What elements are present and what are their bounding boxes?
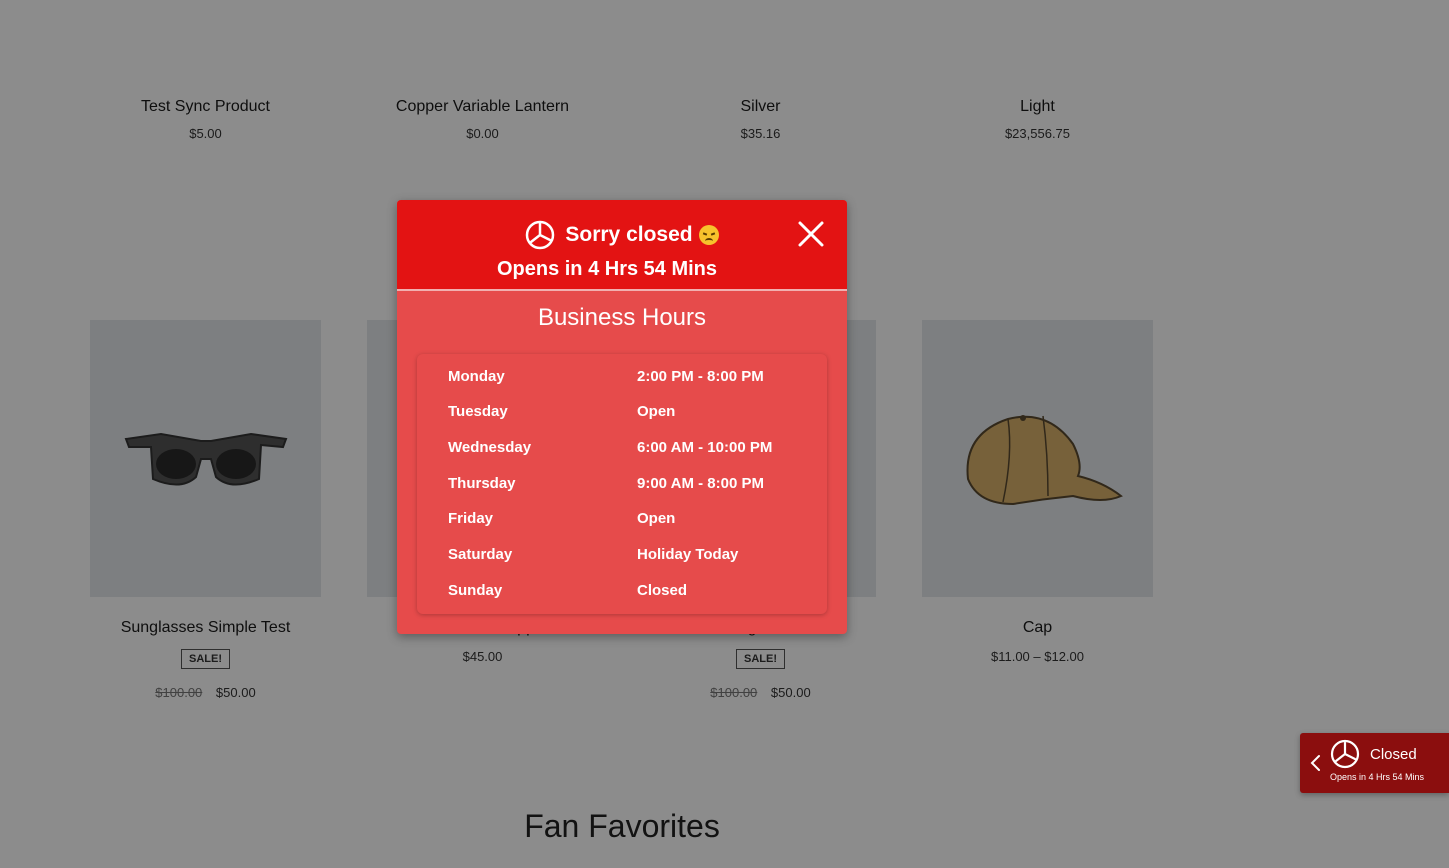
- shop-page: Test Sync Product $5.00 Copper Variable …: [0, 0, 1449, 868]
- close-icon[interactable]: [797, 220, 825, 248]
- business-hours-title: Business Hours: [537, 304, 707, 331]
- hours-day: Thursday: [448, 475, 516, 492]
- store-status-text: Closed: [1370, 746, 1417, 763]
- hours-time: 2:00 PM - 8:00 PM: [637, 368, 764, 385]
- hours-row: Saturday Holiday Today: [448, 546, 808, 570]
- hours-time: 6:00 AM - 10:00 PM: [637, 439, 773, 456]
- hours-time: Closed: [637, 582, 688, 599]
- hours-time: Holiday Today: [637, 546, 739, 563]
- hours-day: Tuesday: [448, 403, 508, 420]
- hours-day: Saturday: [448, 546, 513, 563]
- hours-row: Thursday 9:00 AM - 8:00 PM: [448, 475, 808, 499]
- closed-modal: Sorry closed Opens in 4 Hrs 54 Mins Busi…: [397, 200, 847, 634]
- hours-row: Monday 2:00 PM - 8:00 PM: [448, 368, 808, 392]
- hours-row: Sunday Closed: [448, 582, 808, 606]
- hours-day: Monday: [448, 368, 505, 385]
- modal-title-row: Sorry closed: [397, 220, 847, 250]
- hours-row: Friday Open: [448, 510, 808, 534]
- store-status-subtitle: Opens in 4 Hrs 54 Mins: [1330, 772, 1425, 782]
- chevron-left-icon[interactable]: [1308, 753, 1322, 773]
- hours-row: Tuesday Open: [448, 403, 808, 427]
- business-hours-card: Monday 2:00 PM - 8:00 PM Tuesday Open We…: [417, 354, 827, 614]
- modal-title: Sorry closed: [565, 223, 693, 246]
- hours-time: Open: [637, 403, 676, 420]
- modal-subtitle: Opens in 4 Hrs 54 Mins: [496, 258, 718, 280]
- hours-day: Friday: [448, 510, 494, 527]
- clock-icon: [526, 220, 555, 250]
- store-status-widget[interactable]: Closed Opens in 4 Hrs 54 Mins: [1300, 733, 1449, 793]
- sad-face-emoji-icon: [698, 225, 719, 245]
- hours-time: Open: [637, 510, 676, 527]
- clock-icon: [1330, 739, 1360, 769]
- hours-day: Wednesday: [448, 439, 532, 456]
- hours-time: 9:00 AM - 8:00 PM: [637, 475, 764, 492]
- hours-day: Sunday: [448, 582, 503, 599]
- hours-row: Wednesday 6:00 AM - 10:00 PM: [448, 439, 808, 463]
- modal-header: Sorry closed Opens in 4 Hrs 54 Mins: [397, 200, 847, 291]
